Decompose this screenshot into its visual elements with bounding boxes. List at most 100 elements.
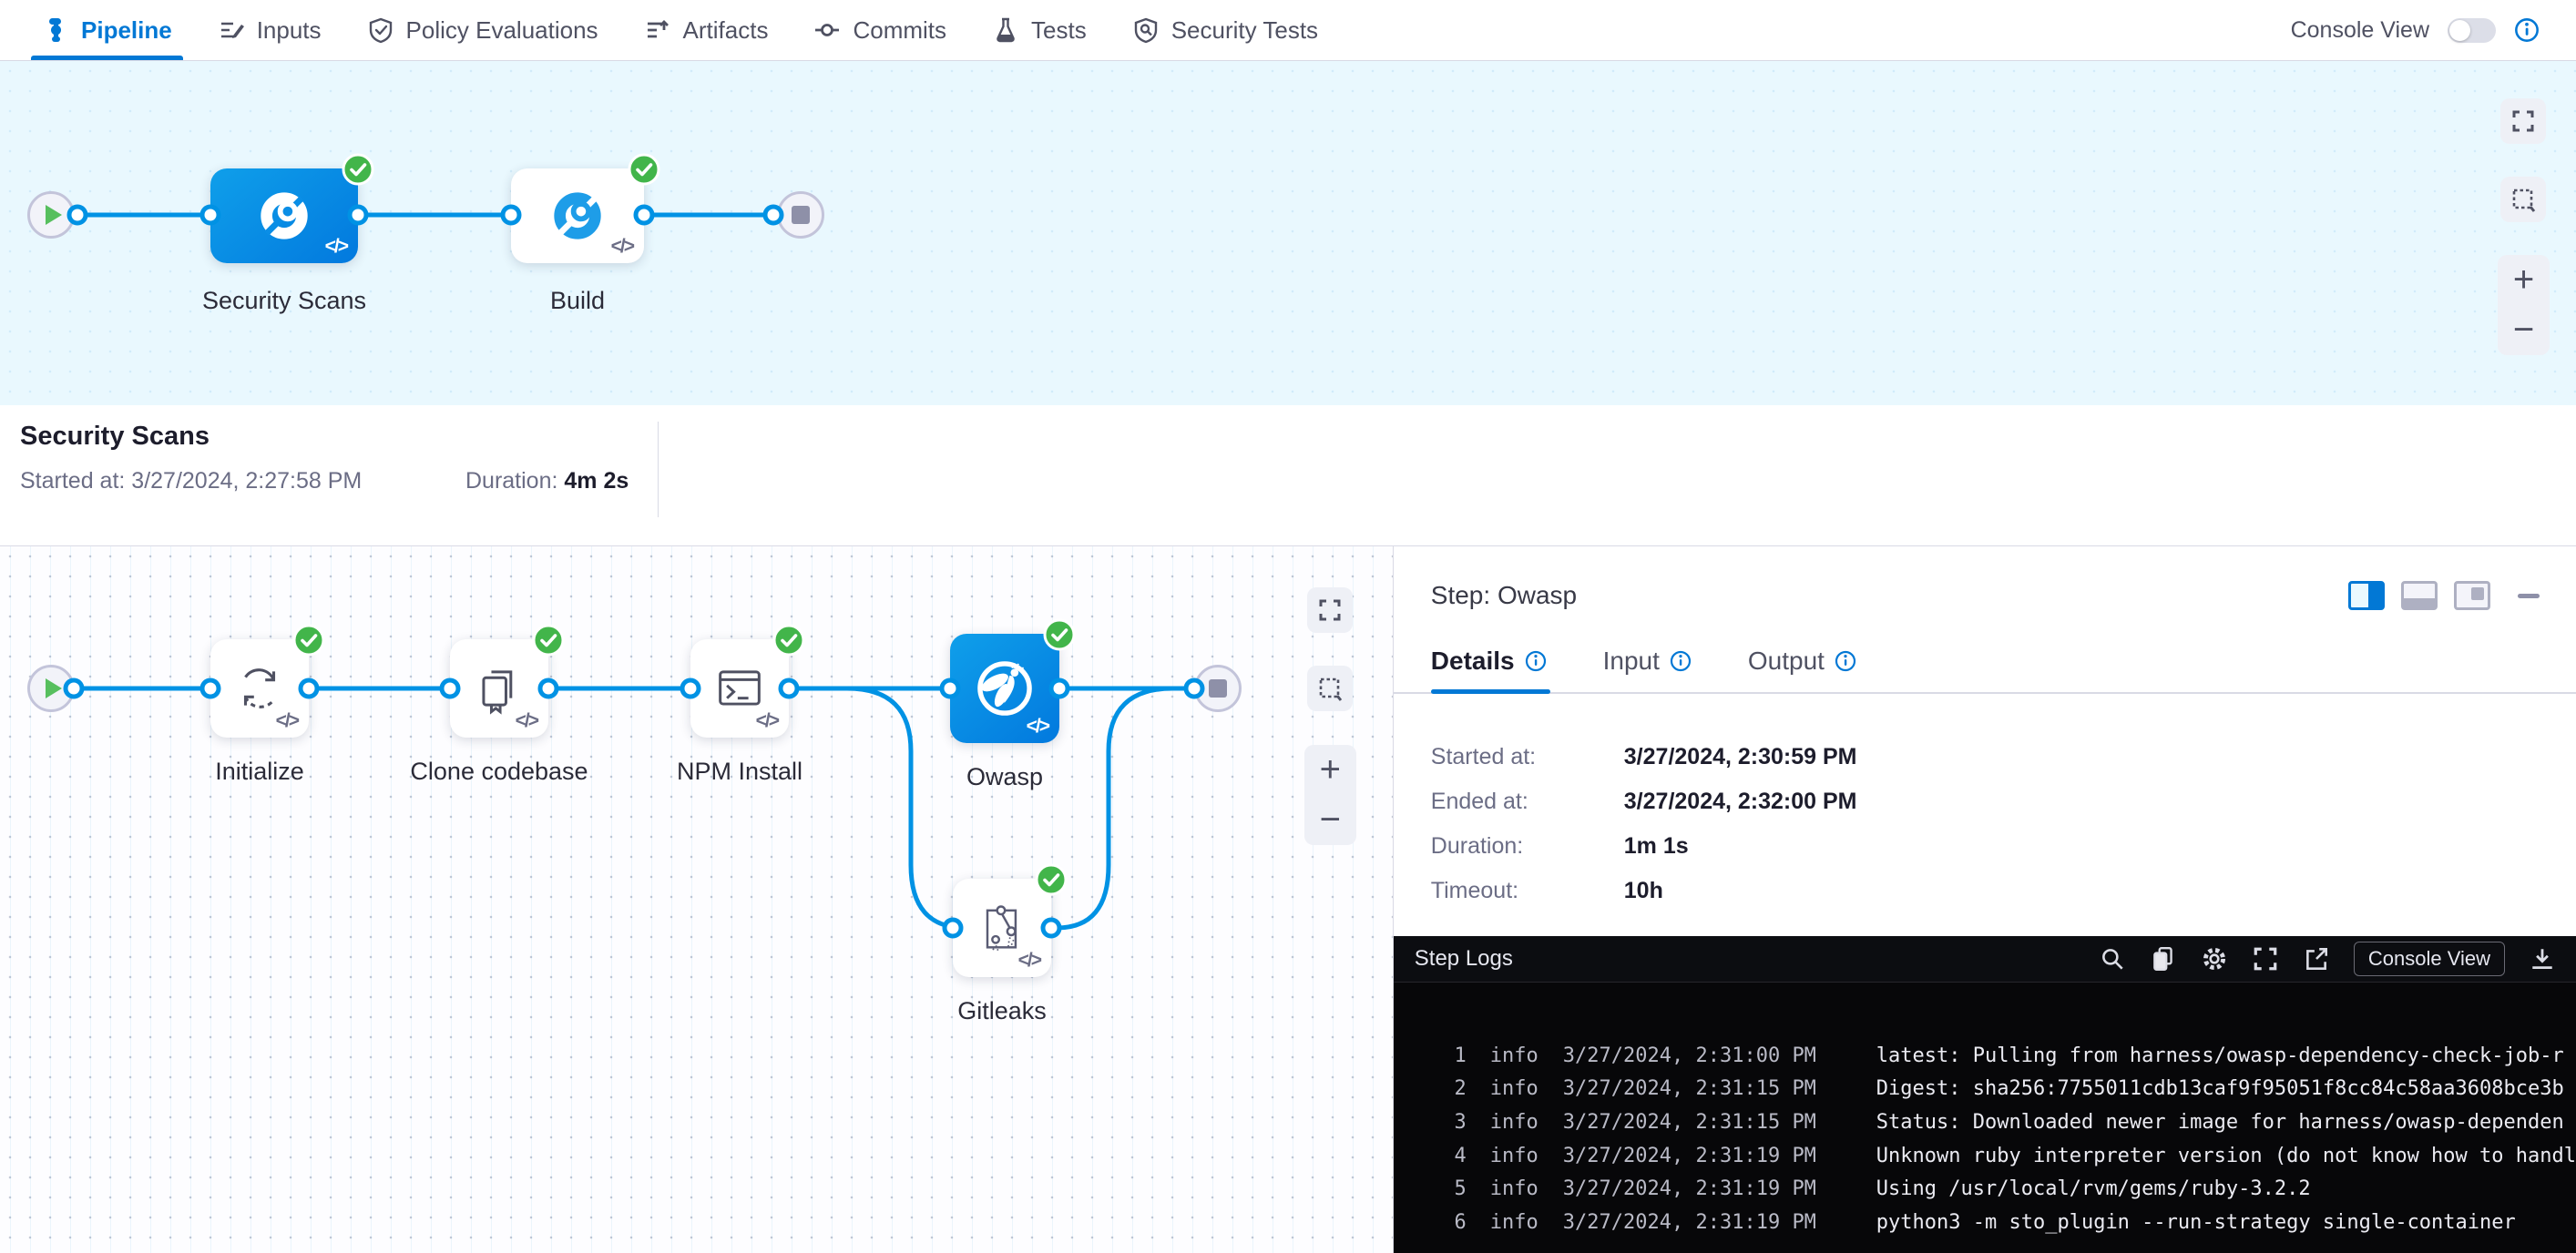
step-graph-canvas[interactable]: </> Initialize </> Clone codebase </> — [0, 546, 1394, 1253]
step-node-label: Gitleaks — [957, 997, 1047, 1025]
detail-label: Duration: — [1431, 833, 1624, 860]
log-level: info — [1490, 1145, 1550, 1167]
stop-icon — [1209, 679, 1227, 698]
log-timestamp: 3/27/2024, 2:31:15 PM — [1563, 1111, 1855, 1134]
code-chip: </> — [276, 710, 298, 732]
download-icon[interactable] — [2529, 945, 2556, 973]
stage-info-bar: Security Scans Started at: 3/27/2024, 2:… — [0, 405, 2576, 546]
log-line-number: 4 — [1439, 1145, 1467, 1167]
layout-split-right-button[interactable] — [2348, 581, 2385, 610]
stage-node-label: Build — [550, 287, 605, 315]
nav-label: Security Tests — [1171, 16, 1318, 45]
step-logs-output[interactable]: 1 info 3/27/2024, 2:31:00 PM latest: Pul… — [1394, 983, 2576, 1253]
tab-label: Details — [1431, 647, 1515, 676]
log-level: info — [1490, 1211, 1550, 1234]
step-node-owasp[interactable]: </> — [950, 634, 1059, 743]
code-chip: </> — [1018, 950, 1040, 972]
tab-commits[interactable]: Commits — [808, 0, 952, 60]
layout-bottom-button[interactable] — [2401, 581, 2438, 610]
stage-graph-canvas[interactable]: </> Security Scans </> Build + − — [0, 61, 2576, 405]
stage-end-node[interactable] — [777, 191, 824, 239]
log-message: Using /usr/local/rvm/gems/ruby-3.2.2 — [1876, 1177, 2311, 1200]
duration-label: Duration: — [465, 468, 564, 494]
stage-connectors — [0, 61, 2576, 405]
step-select-button[interactable] — [1307, 666, 1353, 711]
log-line-number: 2 — [1439, 1077, 1467, 1100]
step-node-label: Clone codebase — [410, 758, 588, 786]
stage-node-label: Security Scans — [202, 287, 366, 315]
copy-icon[interactable] — [2150, 945, 2177, 973]
tab-pipeline[interactable]: Pipeline — [36, 0, 178, 60]
expand-icon — [2510, 108, 2536, 134]
tab-policy-evaluations[interactable]: Policy Evaluations — [362, 0, 604, 60]
code-chip: </> — [756, 710, 778, 732]
tab-security-tests[interactable]: Security Tests — [1127, 0, 1324, 60]
shield-check-icon — [367, 16, 394, 44]
console-view-button[interactable]: Console View — [2354, 942, 2505, 976]
tab-artifacts[interactable]: Artifacts — [639, 0, 774, 60]
search-icon[interactable] — [2099, 945, 2126, 973]
step-node-label: Initialize — [215, 758, 304, 786]
step-node-clone-codebase[interactable]: </> — [450, 639, 548, 738]
stage-node-build[interactable]: </> — [511, 168, 644, 263]
selection-icon — [2510, 187, 2536, 212]
log-line-number: 3 — [1439, 1111, 1467, 1134]
settings-gear-icon[interactable] — [2201, 945, 2228, 973]
divider — [658, 422, 659, 517]
initialize-icon — [231, 660, 288, 717]
flask-icon — [992, 16, 1019, 44]
step-fullscreen-button[interactable] — [1307, 587, 1353, 633]
step-start-node[interactable] — [27, 665, 75, 712]
step-panel-tabs: Details Input Output — [1394, 647, 2576, 694]
stage-fullscreen-button[interactable] — [2500, 98, 2546, 144]
tab-inputs[interactable]: Inputs — [212, 0, 327, 60]
shield-search-icon — [1132, 16, 1160, 44]
nav-label: Commits — [853, 16, 946, 45]
step-end-node[interactable] — [1194, 665, 1242, 712]
info-icon[interactable] — [2514, 17, 2540, 43]
console-view-toggle[interactable] — [2448, 18, 2496, 43]
terminal-icon — [710, 659, 769, 718]
code-chip: </> — [516, 710, 537, 732]
log-level: info — [1490, 1177, 1550, 1200]
fullscreen-icon[interactable] — [2252, 945, 2279, 973]
open-in-new-icon[interactable] — [2303, 945, 2330, 973]
info-icon[interactable] — [1835, 650, 1856, 672]
info-icon[interactable] — [1525, 650, 1547, 672]
success-badge — [772, 624, 805, 657]
step-logs-title: Step Logs — [1415, 946, 1513, 972]
step-node-gitleaks[interactable]: </> — [953, 879, 1051, 977]
code-chip: </> — [1027, 716, 1048, 738]
layout-floating-button[interactable] — [2454, 581, 2490, 610]
minimize-panel-button[interactable] — [2518, 594, 2540, 598]
step-zoom-controls: + − — [1304, 745, 1356, 845]
log-line-number: 1 — [1439, 1044, 1467, 1067]
zoom-in-button[interactable]: + — [1304, 745, 1356, 795]
log-line: 4 info 3/27/2024, 2:31:19 PM Unknown rub… — [1394, 1139, 2576, 1173]
zoom-in-button[interactable]: + — [2498, 255, 2550, 305]
stage-select-button[interactable] — [2500, 177, 2546, 222]
detail-value: 3/27/2024, 2:32:00 PM — [1624, 789, 2576, 815]
clone-codebase-icon — [470, 659, 528, 718]
step-node-initialize[interactable]: </> — [210, 639, 309, 738]
success-badge — [342, 153, 374, 186]
tab-output[interactable]: Output — [1748, 647, 1856, 676]
log-line: 5 info 3/27/2024, 2:31:19 PM Using /usr/… — [1394, 1172, 2576, 1206]
step-node-label: Owasp — [966, 763, 1043, 791]
stage-node-security-scans[interactable]: </> — [210, 168, 358, 263]
step-panel-title: Step: Owasp — [1431, 581, 1577, 610]
detail-value: 10h — [1624, 878, 2576, 904]
tab-input[interactable]: Input — [1603, 647, 1692, 676]
log-level: info — [1490, 1077, 1550, 1100]
zoom-out-button[interactable]: − — [2498, 305, 2550, 355]
success-badge — [532, 624, 565, 657]
info-icon[interactable] — [1670, 650, 1692, 672]
success-badge — [292, 624, 325, 657]
tab-tests[interactable]: Tests — [986, 0, 1092, 60]
log-line: 3 info 3/27/2024, 2:31:15 PM Status: Dow… — [1394, 1105, 2576, 1139]
duration-value: 4m 2s — [564, 468, 629, 494]
zoom-out-button[interactable]: − — [1304, 795, 1356, 845]
stage-start-node[interactable] — [27, 191, 75, 239]
tab-details[interactable]: Details — [1431, 647, 1547, 676]
step-node-npm-install[interactable]: </> — [690, 639, 789, 738]
